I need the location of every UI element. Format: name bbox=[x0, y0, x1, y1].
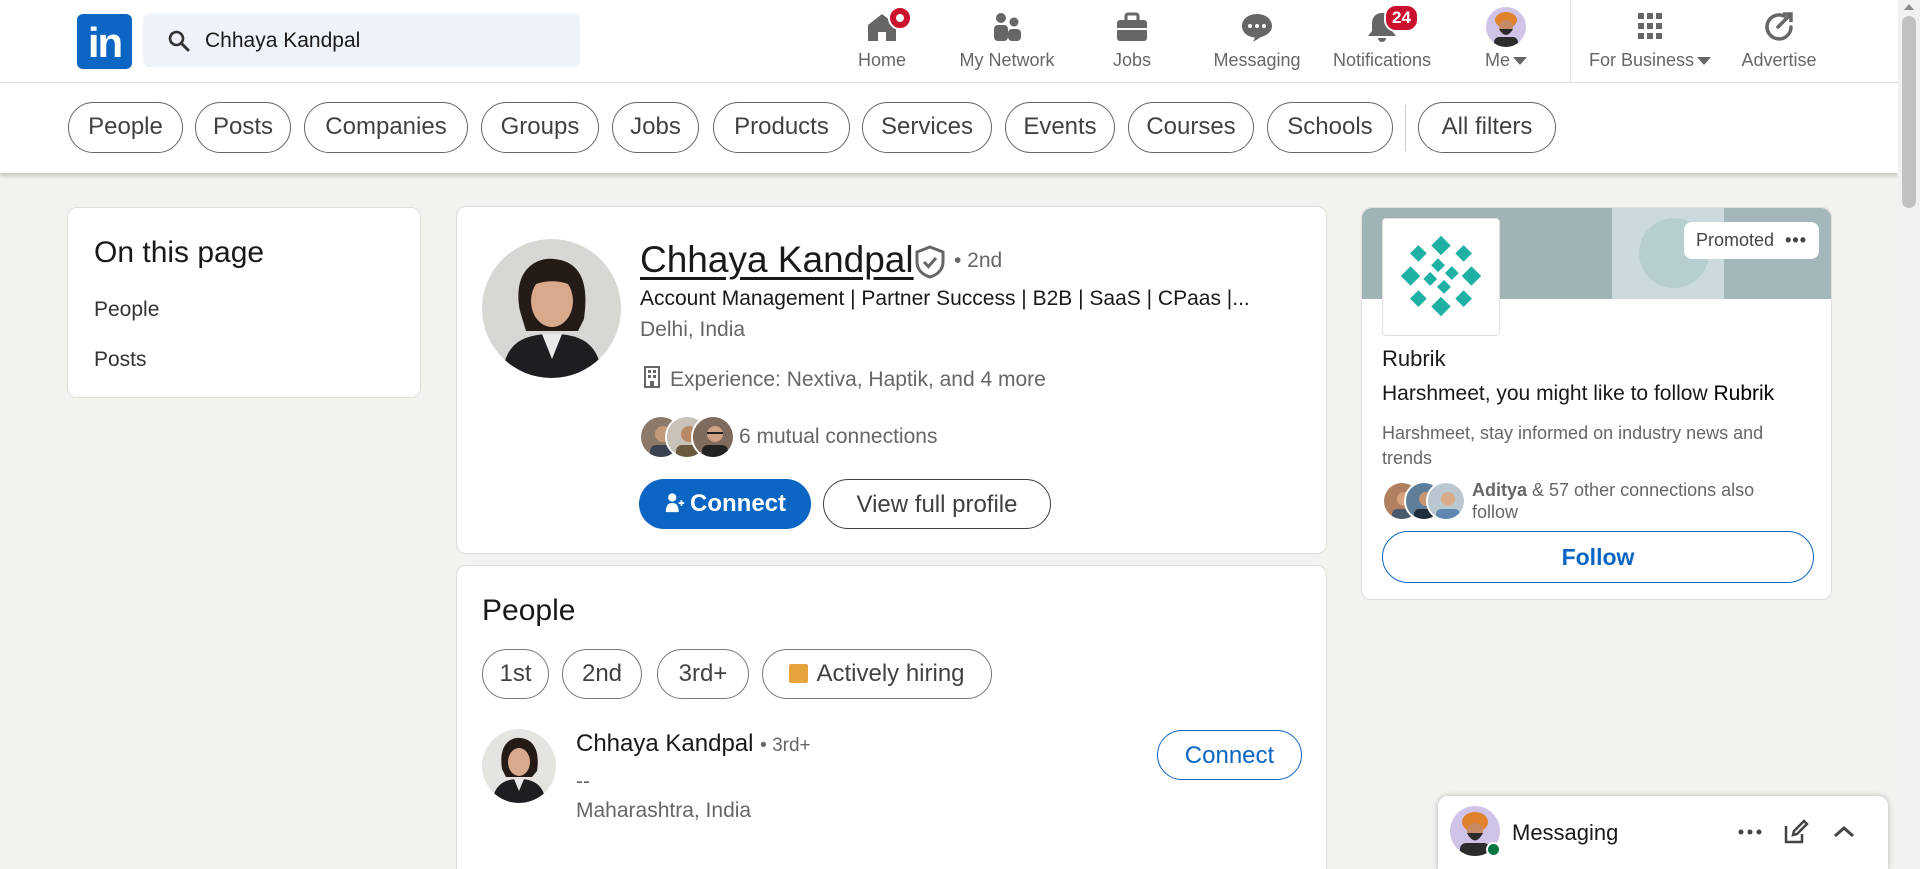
add-person-icon bbox=[665, 493, 685, 513]
people-icon bbox=[994, 13, 1021, 41]
scrollbar-thumb[interactable] bbox=[1902, 16, 1916, 208]
chevron-down-icon bbox=[1513, 57, 1527, 66]
profile-name[interactable]: Chhaya Kandpal bbox=[640, 239, 914, 281]
filter-divider bbox=[1405, 105, 1406, 151]
result-location: Maharashtra, India bbox=[576, 799, 752, 822]
top-navigation: in Home My Network Jobs Messaging 24 Not… bbox=[0, 0, 1898, 83]
profile-location: Delhi, India bbox=[640, 318, 746, 341]
page-scrollbar[interactable] bbox=[1898, 0, 1920, 869]
chat-icon bbox=[1242, 14, 1272, 42]
connect-button[interactable]: Connect bbox=[639, 479, 811, 529]
top-profile-card: Chhaya Kandpal • 2nd Account Management … bbox=[456, 206, 1327, 554]
filter-products[interactable]: Products bbox=[713, 102, 850, 153]
ad-message: Harshmeet, you might like to follow Rubr… bbox=[1382, 382, 1775, 405]
search-icon bbox=[168, 30, 190, 52]
compose-icon[interactable] bbox=[1782, 818, 1810, 846]
filter-events[interactable]: Events bbox=[1005, 102, 1115, 153]
hiring-icon bbox=[789, 664, 809, 683]
nav-home-label: Home bbox=[857, 50, 906, 70]
advertise-icon bbox=[1765, 12, 1793, 41]
filter-schools[interactable]: Schools bbox=[1267, 102, 1393, 153]
nav-my-network-label: My Network bbox=[959, 50, 1055, 70]
scroll-up-arrow-icon[interactable] bbox=[1904, 4, 1914, 10]
verified-shield-icon bbox=[915, 245, 945, 279]
mutual-connections[interactable]: 6 mutual connections bbox=[739, 425, 937, 449]
messaging-label: Messaging bbox=[1512, 820, 1619, 845]
result-degree: • 3rd+ bbox=[760, 735, 811, 756]
filter-companies[interactable]: Companies bbox=[304, 102, 468, 153]
people-filter-actively-hiring[interactable]: Actively hiring bbox=[762, 649, 992, 699]
home-dot-badge bbox=[888, 6, 912, 30]
nav-for-business-label: For Business bbox=[1586, 50, 1714, 71]
filter-courses[interactable]: Courses bbox=[1128, 102, 1254, 153]
filter-posts[interactable]: Posts bbox=[195, 102, 291, 153]
result-name[interactable]: Chhaya Kandpal • 3rd+ bbox=[576, 730, 811, 758]
search-filter-bar: People Posts Companies Groups Jobs Produ… bbox=[0, 83, 1898, 173]
result-connect-button[interactable]: Connect bbox=[1157, 730, 1302, 780]
result-avatar[interactable] bbox=[482, 729, 556, 803]
nav-home[interactable]: Home bbox=[846, 0, 918, 83]
people-section-title: People bbox=[482, 594, 576, 627]
nav-advertise[interactable]: Advertise bbox=[1736, 0, 1822, 83]
chevron-down-icon bbox=[1697, 57, 1712, 66]
nav-divider bbox=[1570, 0, 1571, 83]
connection-avatar bbox=[1426, 481, 1466, 521]
nav-advertise-label: Advertise bbox=[1741, 50, 1817, 70]
view-full-profile-button[interactable]: View full profile bbox=[823, 479, 1051, 529]
nav-jobs[interactable]: Jobs bbox=[1098, 0, 1166, 83]
profile-experience: Experience: Nextiva, Haptik, and 4 more bbox=[670, 368, 1046, 391]
nav-messaging-label: Messaging bbox=[1213, 50, 1301, 70]
filter-groups[interactable]: Groups bbox=[481, 102, 599, 153]
nav-messaging[interactable]: Messaging bbox=[1203, 0, 1311, 83]
promoted-label[interactable]: Promoted ••• bbox=[1684, 222, 1819, 259]
on-this-page-link-people[interactable]: People bbox=[94, 298, 159, 322]
people-filter-1st[interactable]: 1st bbox=[482, 649, 549, 699]
linkedin-logo-icon[interactable]: in bbox=[77, 14, 132, 69]
grid-icon bbox=[1638, 13, 1662, 39]
promoted-ad-card: Promoted ••• Rubrik Harshmeet, you might… bbox=[1361, 207, 1832, 600]
more-options-icon[interactable]: ••• bbox=[1785, 230, 1807, 250]
building-icon bbox=[644, 366, 660, 388]
people-filter-2nd[interactable]: 2nd bbox=[562, 649, 642, 699]
search-box[interactable] bbox=[143, 14, 580, 67]
mutual-avatar bbox=[691, 415, 735, 459]
nav-for-business[interactable]: For Business bbox=[1586, 0, 1714, 83]
profile-degree: • 2nd bbox=[954, 249, 1003, 272]
chevron-up-icon[interactable] bbox=[1830, 818, 1858, 846]
on-this-page-link-posts[interactable]: Posts bbox=[94, 348, 147, 372]
people-filter-3rd[interactable]: 3rd+ bbox=[657, 649, 749, 699]
filter-jobs[interactable]: Jobs bbox=[612, 102, 699, 153]
nav-me[interactable]: Me bbox=[1466, 0, 1546, 83]
ad-connections-follow: Aditya & 57 other connections also follo… bbox=[1472, 480, 1755, 522]
people-results-card: People 1st 2nd 3rd+ Actively hiring Chha… bbox=[456, 565, 1327, 869]
on-this-page-card: On this page People Posts bbox=[67, 207, 421, 398]
follow-button[interactable]: Follow bbox=[1382, 531, 1814, 583]
more-options-icon[interactable] bbox=[1736, 818, 1764, 846]
filter-people[interactable]: People bbox=[68, 102, 183, 153]
messaging-dock[interactable]: Messaging bbox=[1438, 796, 1888, 869]
ad-company-name[interactable]: Rubrik bbox=[1382, 346, 1446, 372]
nav-notifications[interactable]: 24 Notifications bbox=[1328, 0, 1436, 83]
me-avatar bbox=[1486, 7, 1526, 47]
ad-subtitle: Harshmeet, stay informed on industry new… bbox=[1382, 423, 1764, 468]
search-input[interactable] bbox=[205, 14, 565, 67]
nav-notifications-label: Notifications bbox=[1332, 50, 1432, 70]
nav-jobs-label: Jobs bbox=[1112, 50, 1152, 70]
notifications-count-badge: 24 bbox=[1384, 4, 1419, 32]
nav-my-network[interactable]: My Network bbox=[950, 0, 1064, 83]
profile-headline: Account Management | Partner Success | B… bbox=[640, 287, 1250, 310]
filter-all-filters[interactable]: All filters bbox=[1418, 102, 1556, 153]
nav-me-label: Me bbox=[1466, 50, 1546, 71]
online-status-dot bbox=[1486, 842, 1501, 857]
profile-avatar[interactable] bbox=[482, 239, 621, 378]
briefcase-icon bbox=[1117, 12, 1147, 41]
rubrik-logo-icon[interactable] bbox=[1382, 218, 1500, 336]
on-this-page-title: On this page bbox=[94, 236, 265, 269]
result-headline: -- bbox=[576, 770, 590, 793]
filter-services[interactable]: Services bbox=[862, 102, 992, 153]
